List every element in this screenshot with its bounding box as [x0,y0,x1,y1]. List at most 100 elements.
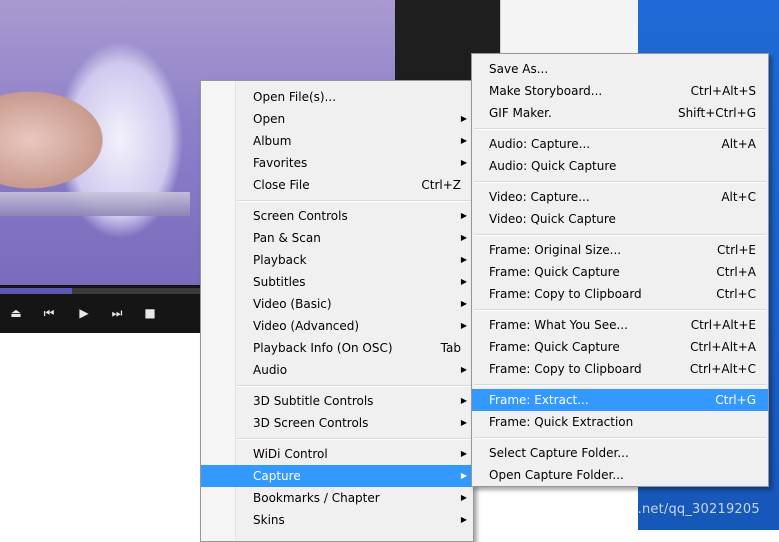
menu-item-label: Open [253,112,286,126]
menu-item-label: Save As... [489,62,549,76]
eject-icon[interactable]: ⏏ [8,305,24,321]
menu-item-screen-controls[interactable]: Screen Controls ▶ [201,205,473,227]
menu-item-label: Favorites [253,156,308,170]
menu-item-capture[interactable]: Capture ▶ [201,465,473,487]
menu-item-label: Open File(s)... [253,90,337,104]
capture-item-audio-quick-capture[interactable]: Audio: Quick Capture [472,155,768,177]
capture-item-open-capture-folder[interactable]: Open Capture Folder... [472,464,768,486]
menu-item-bookmarks-chapter[interactable]: Bookmarks / Chapter ▶ [201,487,473,509]
menu-item-label: Frame: Copy to Clipboard [489,287,642,301]
menu-item-3d-screen-controls[interactable]: 3D Screen Controls ▶ [201,412,473,434]
video-frame-detail [0,192,190,216]
capture-item-frame-extract[interactable]: Frame: Extract... Ctrl+G [472,389,768,411]
capture-item-frame-original-size[interactable]: Frame: Original Size... Ctrl+E [472,239,768,261]
submenu-arrow-icon: ▶ [460,493,467,502]
menu-item-label: Subtitles [253,275,306,289]
menu-item-label: Video (Basic) [253,297,332,311]
menu-item-label: WiDi Control [253,447,328,461]
menu-item-close-file[interactable]: Close File Ctrl+Z [201,174,473,196]
menu-separator [237,200,471,202]
submenu-arrow-icon: ▶ [460,114,467,123]
menu-item-label: Close File [253,178,310,192]
menu-item-video-basic[interactable]: Video (Basic) ▶ [201,293,473,315]
menu-item-label: Audio [253,363,288,377]
capture-item-frame-copy-to-clipboard[interactable]: Frame: Copy to Clipboard Ctrl+Alt+C [472,358,768,380]
menu-item-label: Make Storyboard... [489,84,603,98]
menu-separator [474,181,766,183]
menu-item-label: Pan & Scan [253,231,321,245]
menu-item-label: GIF Maker. [489,106,552,120]
menu-item-label: Video (Advanced) [253,319,360,333]
menu-item-playback[interactable]: Playback ▶ [201,249,473,271]
play-icon[interactable]: ▶ [76,305,92,321]
menu-item-shortcut: Ctrl+C [716,287,756,301]
capture-item-select-capture-folder[interactable]: Select Capture Folder... [472,442,768,464]
capture-item-frame-quick-capture[interactable]: Frame: Quick Capture Ctrl+Alt+A [472,336,768,358]
capture-item-video-capture[interactable]: Video: Capture... Alt+C [472,186,768,208]
menu-item-favorites[interactable]: Favorites ▶ [201,152,473,174]
menu-item-label: Frame: Quick Capture [489,265,620,279]
capture-item-frame-quick-extraction[interactable]: Frame: Quick Extraction [472,411,768,433]
menu-item-label: Frame: What You See... [489,318,628,332]
menu-item-label: Skins [253,513,285,527]
menu-item-shortcut: Ctrl+Alt+S [690,84,756,98]
menu-item-shortcut: Ctrl+E [717,243,756,257]
capture-item-make-storyboard[interactable]: Make Storyboard... Ctrl+Alt+S [472,80,768,102]
menu-item-label: Video: Quick Capture [489,212,616,226]
menu-item-label: 3D Subtitle Controls [253,394,374,408]
submenu-arrow-icon: ▶ [460,255,467,264]
menu-item-label: Playback [253,253,307,267]
menu-item-shortcut: Ctrl+Alt+A [690,340,756,354]
menu-item-shortcut: Shift+Ctrl+G [677,106,756,120]
menu-item-label: Video: Capture... [489,190,590,204]
submenu-arrow-icon: ▶ [460,299,467,308]
menu-separator [474,437,766,439]
menu-item-open[interactable]: Open ▶ [201,108,473,130]
menu-item-shortcut: Tab [440,341,461,355]
menu-item-label: Audio: Quick Capture [489,159,617,173]
menu-item-shortcut: Alt+C [721,190,756,204]
capture-item-frame-copy-to-clipboard[interactable]: Frame: Copy to Clipboard Ctrl+C [472,283,768,305]
menu-item-audio[interactable]: Audio ▶ [201,359,473,381]
submenu-arrow-icon: ▶ [460,396,467,405]
menu-separator [237,438,471,440]
window-area [500,0,639,58]
submenu-arrow-icon: ▶ [460,515,467,524]
context-menu: Open File(s)... Open ▶ Album ▶ Favorites ▶ Clos… [200,80,474,542]
menu-item-pan-scan[interactable]: Pan & Scan ▶ [201,227,473,249]
menu-item-shortcut: Alt+A [721,137,756,151]
previous-icon[interactable]: ⏮ [41,305,57,321]
capture-item-save-as[interactable]: Save As... [472,58,768,80]
capture-item-frame-what-you-see[interactable]: Frame: What You See... Ctrl+Alt+E [472,314,768,336]
menu-item-album[interactable]: Album ▶ [201,130,473,152]
menu-item-skins[interactable]: Skins ▶ [201,509,473,531]
submenu-arrow-icon: ▶ [460,365,467,374]
submenu-arrow-icon: ▶ [460,233,467,242]
menu-item-3d-subtitle-controls[interactable]: 3D Subtitle Controls ▶ [201,390,473,412]
menu-item-subtitles[interactable]: Subtitles ▶ [201,271,473,293]
stop-icon[interactable]: ■ [142,305,158,321]
menu-item-label: Screen Controls [253,209,348,223]
menu-item-label: Capture [253,469,301,483]
capture-item-video-quick-capture[interactable]: Video: Quick Capture [472,208,768,230]
menu-item-open-file-s[interactable]: Open File(s)... [201,86,473,108]
seek-bar-progress [0,288,72,294]
menu-item-shortcut: Ctrl+Z [421,178,461,192]
menu-item-label: 3D Screen Controls [253,416,369,430]
capture-item-gif-maker[interactable]: GIF Maker. Shift+Ctrl+G [472,102,768,124]
submenu-arrow-icon: ▶ [460,418,467,427]
capture-item-frame-quick-capture[interactable]: Frame: Quick Capture Ctrl+A [472,261,768,283]
next-icon[interactable]: ⏭ [109,305,125,321]
menu-item-label: Frame: Quick Capture [489,340,620,354]
menu-item-playback-info-on-osc[interactable]: Playback Info (On OSC) Tab [201,337,473,359]
menu-item-video-advanced[interactable]: Video (Advanced) ▶ [201,315,473,337]
submenu-arrow-icon: ▶ [460,321,467,330]
menu-item-label: Album [253,134,292,148]
watermark: https://blog.csdn.net/qq_30219205 [525,502,760,517]
menu-item-label: Bookmarks / Chapter [253,491,380,505]
capture-item-audio-capture[interactable]: Audio: Capture... Alt+A [472,133,768,155]
menu-item-shortcut: Ctrl+A [716,265,756,279]
submenu-arrow-icon: ▶ [460,277,467,286]
menu-item-widi-control[interactable]: WiDi Control ▶ [201,443,473,465]
submenu-arrow-icon: ▶ [460,136,467,145]
